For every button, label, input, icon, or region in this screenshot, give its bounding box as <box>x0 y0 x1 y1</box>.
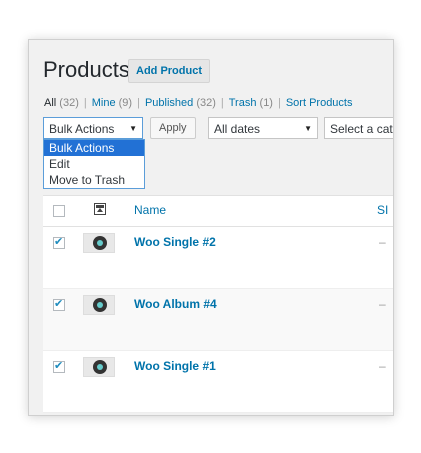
product-sku: – <box>379 359 386 373</box>
table-row: Woo Single #1 – <box>43 351 393 413</box>
filter-mine-link[interactable]: Mine (9) <box>92 97 132 109</box>
bulk-actions-dropdown: Bulk Actions Edit Move to Trash <box>43 139 145 189</box>
category-filter-select[interactable]: Select a cat <box>324 117 393 139</box>
vinyl-disc-icon <box>93 236 107 250</box>
table-row: Woo Single #2 – <box>43 227 393 289</box>
filter-trash-count: (1) <box>259 97 273 109</box>
product-name-link[interactable]: Woo Album #4 <box>134 297 217 311</box>
product-name-link[interactable]: Woo Single #1 <box>134 359 216 373</box>
page-title: Products <box>43 57 130 82</box>
product-thumbnail[interactable] <box>83 357 115 377</box>
bulk-actions-select[interactable]: Bulk Actions ▼ <box>43 117 143 139</box>
filter-published-link[interactable]: Published (32) <box>145 97 216 109</box>
bulk-option-move-to-trash[interactable]: Move to Trash <box>44 172 144 188</box>
product-sku: – <box>379 235 386 249</box>
add-product-button[interactable]: Add Product <box>128 59 210 83</box>
filter-trash-label: Trash <box>228 97 257 109</box>
apply-button[interactable]: Apply <box>150 117 196 139</box>
status-filter-links: All (32) | Mine (9) | Published (32) | Trash (… <box>44 97 352 109</box>
filter-separator: | <box>83 97 87 109</box>
chevron-down-icon: ▼ <box>304 124 312 133</box>
filter-separator: | <box>277 97 281 109</box>
table-row: Woo Album #4 – <box>43 289 393 351</box>
filter-all-label: All <box>44 97 57 109</box>
products-table: Name SI Woo Single #2 – Woo Album #4 – W… <box>43 195 393 413</box>
select-all-checkbox[interactable] <box>53 205 65 217</box>
row-checkbox[interactable] <box>53 235 65 249</box>
image-icon <box>94 203 106 215</box>
filter-all-link[interactable]: All (32) <box>44 97 79 109</box>
dates-filter-value: All dates <box>214 122 261 136</box>
wp-admin-products-panel: Products Add Product All (32) | Mine (9) | P… <box>28 39 394 416</box>
filter-separator: | <box>137 97 140 109</box>
dates-filter-select[interactable]: All dates ▼ <box>208 117 318 139</box>
column-name-header[interactable]: Name <box>134 203 166 217</box>
product-thumbnail[interactable] <box>83 295 115 315</box>
product-name-link[interactable]: Woo Single #2 <box>134 235 216 249</box>
vinyl-disc-icon <box>93 360 107 374</box>
filter-all-count: (32) <box>59 97 79 109</box>
screenshot-stage: Products Add Product All (32) | Mine (9) | P… <box>0 0 421 453</box>
bulk-actions-value: Bulk Actions <box>49 122 115 136</box>
filter-published-count: (32) <box>196 97 216 109</box>
filter-mine-label: Mine <box>91 97 116 109</box>
filter-trash-link[interactable]: Trash (1) <box>229 97 273 109</box>
row-checkbox[interactable] <box>53 359 65 373</box>
bulk-option-edit[interactable]: Edit <box>44 156 144 172</box>
table-header: Name SI <box>43 196 393 227</box>
row-checkbox[interactable] <box>53 297 65 311</box>
product-sku: – <box>379 297 386 311</box>
product-thumbnail[interactable] <box>83 233 115 253</box>
vinyl-disc-icon <box>93 298 107 312</box>
sort-products-link[interactable]: Sort Products <box>286 97 353 109</box>
filter-mine-count: (9) <box>118 97 133 109</box>
filter-published-label: Published <box>144 97 194 109</box>
chevron-down-icon: ▼ <box>129 124 137 133</box>
category-filter-value: Select a cat <box>330 122 393 136</box>
bulk-option-bulk-actions[interactable]: Bulk Actions <box>44 140 144 156</box>
filter-separator: | <box>220 97 224 109</box>
column-sku-header[interactable]: SI <box>377 203 388 217</box>
